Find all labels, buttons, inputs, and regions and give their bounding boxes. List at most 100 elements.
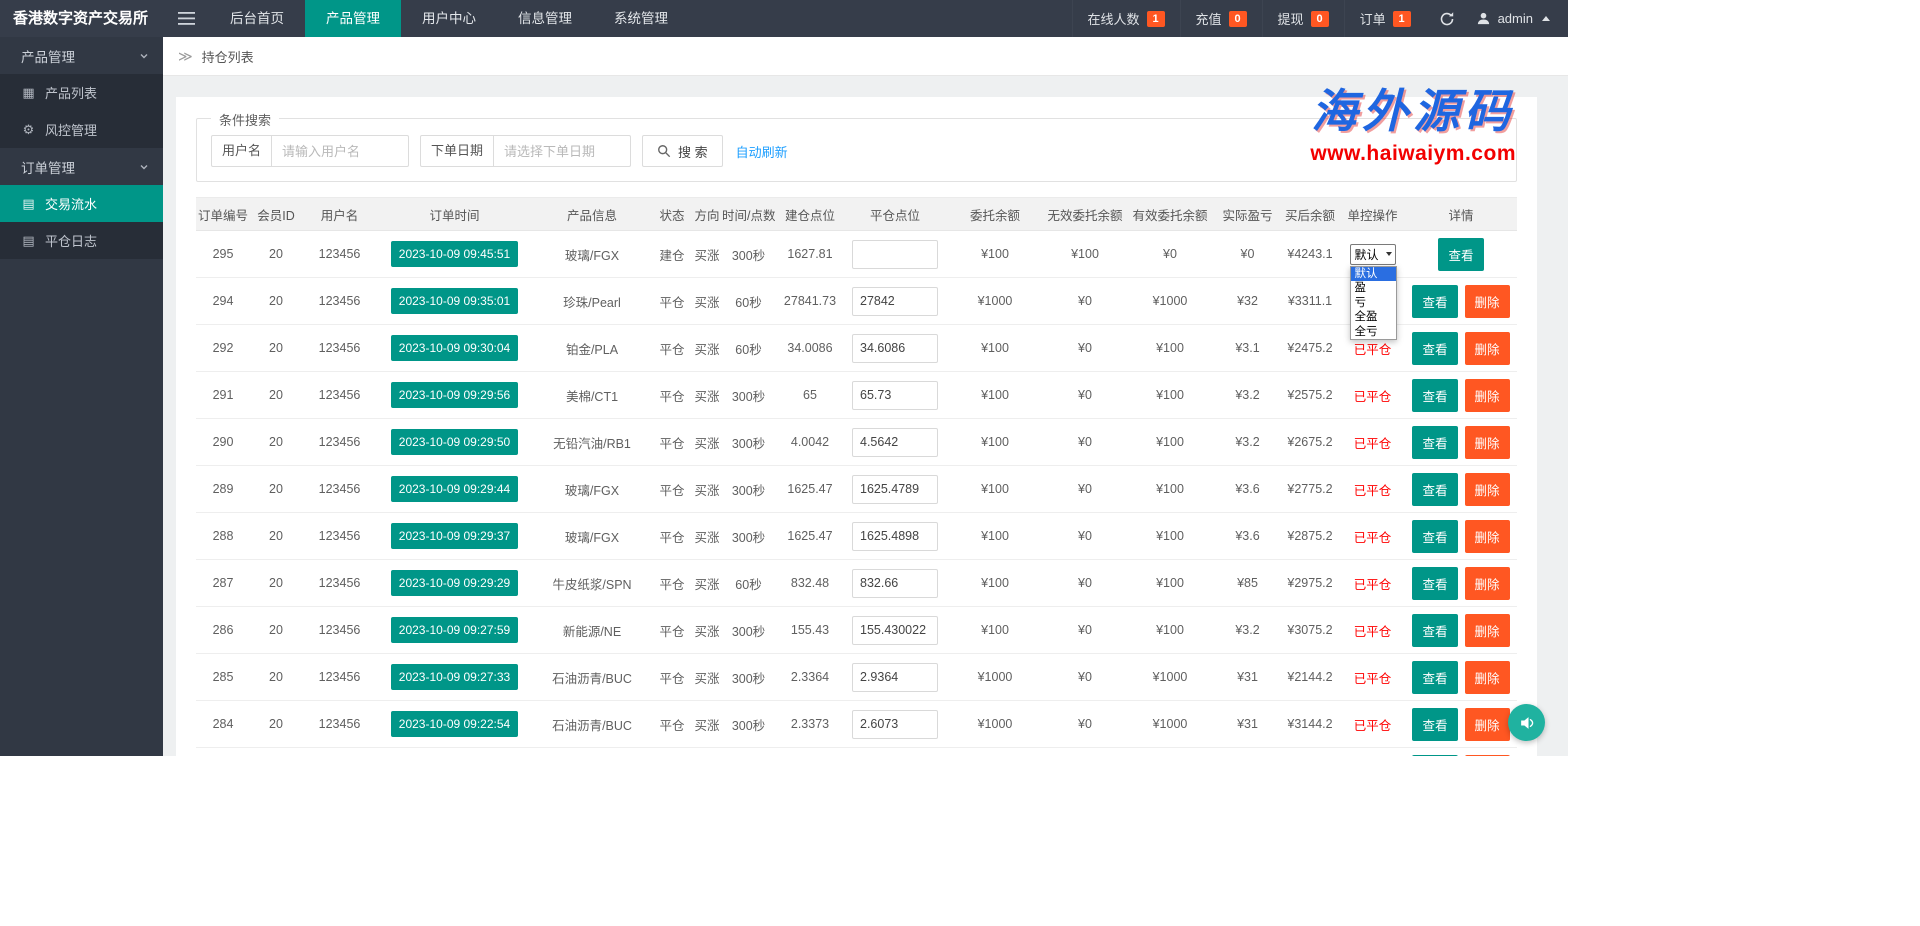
control-option[interactable]: 默认 — [1350, 266, 1396, 281]
username: 123456 — [302, 371, 377, 419]
view-button[interactable]: 查看 — [1412, 425, 1458, 459]
username-input[interactable] — [271, 135, 410, 167]
header-stat[interactable]: 提现 0 — [1261, 0, 1344, 37]
close-point-input[interactable] — [852, 521, 938, 551]
control-option[interactable]: 亏 — [1351, 296, 1396, 311]
user-menu[interactable]: admin — [1468, 0, 1568, 37]
view-button[interactable]: 查看 — [1412, 660, 1458, 694]
header-stat[interactable]: 在线人数 1 — [1071, 0, 1180, 37]
order-time-chip: 2023-10-09 09:29:29 — [390, 570, 519, 596]
delete-button[interactable]: 删除 — [1464, 425, 1510, 459]
valid-entrust-balance: ¥100 — [1125, 324, 1215, 372]
username: 123456 — [302, 747, 377, 756]
detail-cell: 查看删除 — [1405, 606, 1517, 654]
delete-button[interactable]: 删除 — [1464, 707, 1510, 741]
order-id: 294 — [196, 277, 250, 325]
invalid-entrust-balance: ¥0 — [1045, 559, 1125, 607]
top-nav-item[interactable]: 产品管理 — [305, 0, 401, 37]
view-button[interactable]: 查看 — [1412, 754, 1458, 756]
delete-button[interactable]: 删除 — [1464, 566, 1510, 600]
auto-refresh-link[interactable]: 自动刷新 — [736, 142, 788, 161]
close-point-cell — [845, 512, 945, 560]
sidebar-group-header[interactable]: 订单管理 — [0, 148, 163, 185]
status: 平仓 — [652, 277, 692, 325]
delete-button[interactable]: 删除 — [1464, 613, 1510, 647]
control-option[interactable]: 全亏 — [1351, 325, 1396, 340]
sidebar-item[interactable]: ▤ 平仓日志 — [0, 222, 163, 259]
control-option[interactable]: 盈 — [1351, 281, 1396, 296]
close-point-input[interactable] — [852, 333, 938, 363]
sidebar-item[interactable]: ⚙ 风控管理 — [0, 111, 163, 148]
order-date-input[interactable] — [493, 135, 632, 167]
customer-service-button[interactable] — [1508, 704, 1545, 741]
view-button[interactable]: 查看 — [1412, 378, 1458, 412]
actual-profit: ¥3.2 — [1215, 418, 1280, 466]
top-nav-item[interactable]: 系统管理 — [593, 0, 689, 37]
delete-button[interactable]: 删除 — [1464, 284, 1510, 318]
header-stat[interactable]: 充值 0 — [1179, 0, 1262, 37]
username: 123456 — [302, 418, 377, 466]
header-stat[interactable]: 订单 1 — [1343, 0, 1426, 37]
view-button[interactable]: 查看 — [1412, 331, 1458, 365]
order-time-chip: 2023-10-09 09:29:44 — [390, 476, 519, 502]
sidebar-group-header[interactable]: 产品管理 — [0, 37, 163, 74]
delete-button[interactable]: 删除 — [1464, 378, 1510, 412]
duration: 300秒 — [722, 418, 775, 466]
refresh-icon[interactable] — [1426, 0, 1468, 37]
member-id: 20 — [250, 230, 302, 278]
user-icon — [1476, 11, 1491, 26]
order-id: 286 — [196, 606, 250, 654]
view-button[interactable]: 查看 — [1438, 237, 1484, 271]
close-point-input[interactable] — [852, 568, 938, 598]
delete-button[interactable]: 删除 — [1464, 754, 1510, 756]
close-point-input[interactable] — [852, 380, 938, 410]
view-button[interactable]: 查看 — [1412, 519, 1458, 553]
delete-button[interactable]: 删除 — [1464, 519, 1510, 553]
top-nav-item[interactable]: 后台首页 — [209, 0, 305, 37]
top-header: 香港数字资产交易所 后台首页 产品管理 用户中心 信息管理 系统管理 在线人数 1 充值… — [0, 0, 1568, 37]
username-label: 用户名 — [211, 135, 273, 167]
hamburger-menu-icon[interactable] — [163, 0, 209, 37]
close-point-input[interactable] — [852, 615, 938, 645]
view-button[interactable]: 查看 — [1412, 472, 1458, 506]
delete-button[interactable]: 删除 — [1464, 660, 1510, 694]
view-button[interactable]: 查看 — [1412, 284, 1458, 318]
product-list-icon: ▦ — [22, 84, 35, 100]
delete-button[interactable]: 删除 — [1464, 472, 1510, 506]
close-point-input[interactable] — [852, 662, 938, 692]
open-point: 1627.81 — [775, 230, 845, 278]
close-point-input[interactable] — [852, 286, 938, 316]
control-select[interactable]: 默认 — [1349, 243, 1396, 265]
sidebar-menu: 产品管理 ▦ 产品列表 ⚙ 风控管理 订单管理 ▤ 交易流水 ▤ 平仓日志 — [0, 37, 163, 259]
valid-entrust-balance: ¥100 — [1125, 512, 1215, 560]
top-nav-item[interactable]: 用户中心 — [401, 0, 497, 37]
close-point-input[interactable] — [852, 474, 938, 504]
close-point-cell — [845, 418, 945, 466]
view-button[interactable]: 查看 — [1412, 613, 1458, 647]
status: 平仓 — [652, 559, 692, 607]
valid-entrust-balance: ¥100 — [1125, 418, 1215, 466]
close-point-input[interactable] — [852, 709, 938, 739]
order-time-cell: 2023-10-09 09:29:37 — [377, 512, 532, 560]
control-option[interactable]: 全盈 — [1351, 310, 1396, 325]
sidebar-item[interactable]: ▦ 产品列表 — [0, 74, 163, 111]
table-row: 294 20 123456 2023-10-09 09:35:01 珍珠/Pea… — [196, 277, 1517, 325]
invalid-entrust-balance: ¥0 — [1045, 512, 1125, 560]
sidebar-item[interactable]: ▤ 交易流水 — [0, 185, 163, 222]
closed-status: 已平仓 — [1353, 577, 1392, 592]
product-info: 铂金/PLA — [532, 324, 652, 372]
view-button[interactable]: 查看 — [1412, 707, 1458, 741]
duration: 60秒 — [722, 277, 775, 325]
invalid-entrust-balance: ¥0 — [1045, 653, 1125, 701]
close-point-input[interactable] — [852, 427, 938, 457]
entrust-balance: ¥100 — [945, 606, 1045, 654]
column-header: 委托余额 — [945, 197, 1045, 231]
delete-button[interactable]: 删除 — [1464, 331, 1510, 365]
view-button[interactable]: 查看 — [1412, 566, 1458, 600]
after-balance: ¥2875.2 — [1280, 512, 1340, 560]
detail-cell: 查看删除 — [1405, 418, 1517, 466]
search-button[interactable]: 搜 索 — [642, 135, 723, 167]
product-info: 无铅汽油/RB1 — [532, 418, 652, 466]
top-nav-item[interactable]: 信息管理 — [497, 0, 593, 37]
close-point-input[interactable] — [852, 239, 938, 269]
